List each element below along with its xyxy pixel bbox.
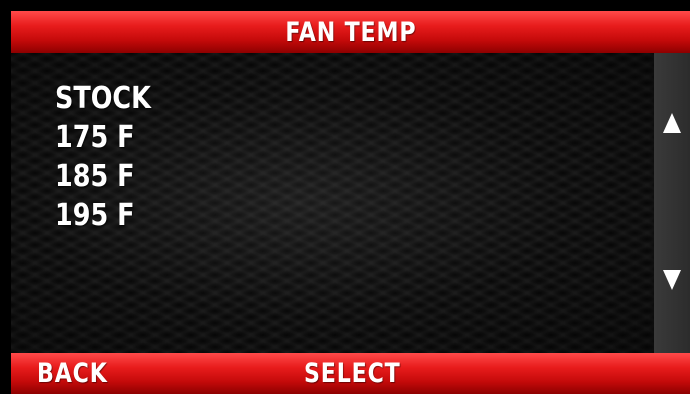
menu-item-195f[interactable]: 195 F	[55, 198, 135, 234]
select-button-label: SELECT	[304, 358, 401, 389]
select-button[interactable]: SELECT	[304, 353, 422, 394]
back-button[interactable]: BACK	[37, 353, 123, 394]
back-button-label: BACK	[37, 358, 108, 389]
menu-item-stock[interactable]: STOCK	[55, 81, 151, 117]
scroll-up-button[interactable]	[654, 98, 690, 148]
scroll-down-button[interactable]	[654, 255, 690, 305]
menu-list: STOCK 175 F 185 F 195 F	[11, 53, 654, 353]
menu-item-185f[interactable]: 185 F	[55, 159, 135, 195]
title-bar: FAN TEMP	[11, 11, 690, 53]
page-title: FAN TEMP	[284, 16, 416, 48]
scroll-bar[interactable]	[654, 53, 690, 353]
arrow-up-icon	[663, 113, 681, 133]
fan-temp-screen: FAN TEMP STOCK 175 F 185 F 195 F BACK SE…	[0, 0, 690, 394]
arrow-down-icon	[663, 270, 681, 290]
bottom-bar: BACK SELECT	[11, 353, 690, 394]
menu-item-175f[interactable]: 175 F	[55, 120, 135, 156]
